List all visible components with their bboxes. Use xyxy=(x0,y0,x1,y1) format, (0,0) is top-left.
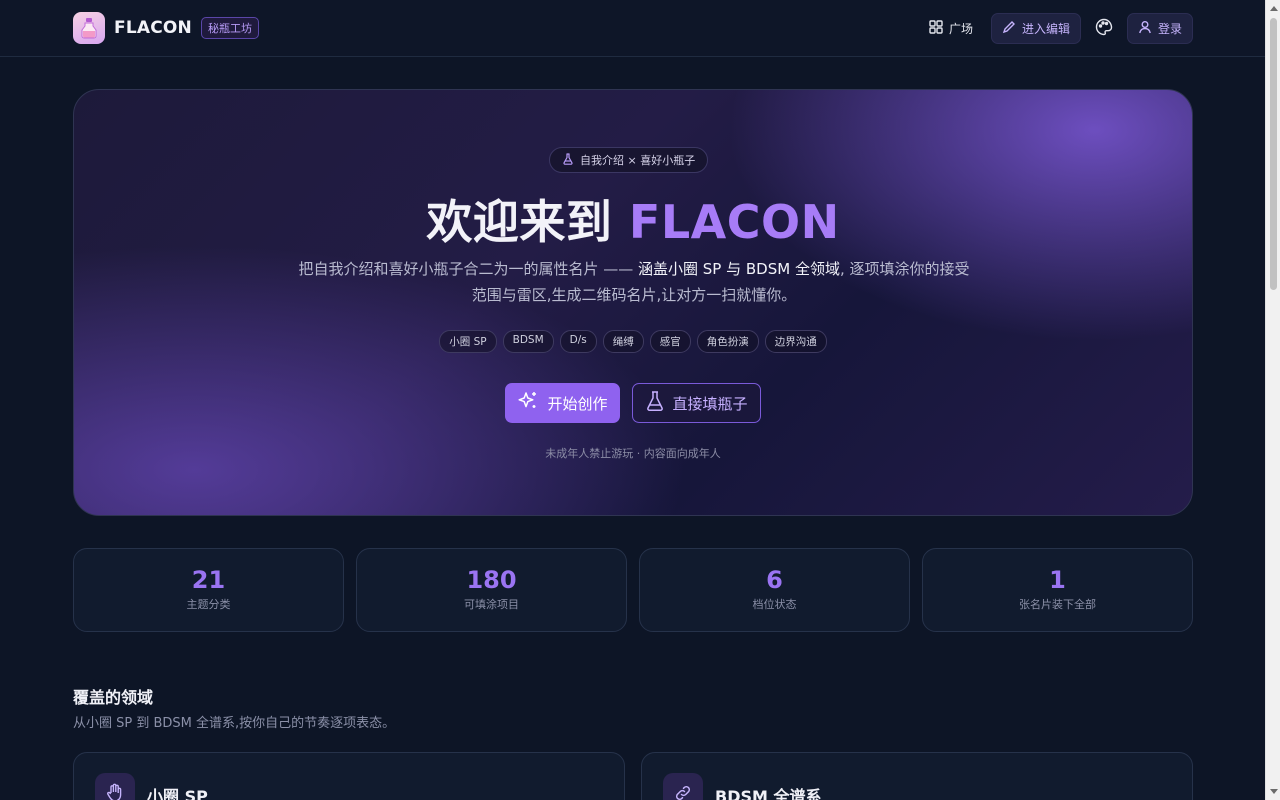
brand-badge: 秘瓶工坊 xyxy=(200,17,259,39)
chip: D/s xyxy=(559,330,597,353)
section-title: 覆盖的领域 xyxy=(73,688,154,707)
domain-card-title: BDSM 全谱系 xyxy=(715,787,822,800)
stat-card: 6 档位状态 xyxy=(639,548,910,632)
start-creating-label: 开始创作 xyxy=(547,394,608,413)
stat-card: 21 主题分类 xyxy=(73,548,344,632)
start-creating-button[interactable]: 开始创作 xyxy=(505,383,620,423)
nav-editor-button[interactable]: 进入编辑 xyxy=(990,13,1081,44)
hero-title: 欢迎来到 FLACON xyxy=(74,186,1192,252)
domain-card-bdsm[interactable]: BDSM 全谱系 xyxy=(641,752,1193,800)
brand[interactable]: FLACON 秘瓶工坊 xyxy=(73,12,259,44)
stat-label: 可填涂项目 xyxy=(464,598,519,611)
section-subtitle: 从小圈 SP 到 BDSM 全谱系,按你自己的节奏逐项表态。 xyxy=(73,716,396,731)
hero-desc-highlight: 涵盖小圈 SP 与 BDSM 全领域 xyxy=(638,260,840,278)
stat-value: 21 xyxy=(191,566,226,594)
page-scrollbar[interactable] xyxy=(1265,0,1280,800)
nav-plaza-link[interactable]: 广场 xyxy=(919,14,983,43)
chip: 绳缚 xyxy=(602,330,644,353)
domain-card-title: 小圈 SP xyxy=(147,787,208,800)
chip: 角色扮演 xyxy=(696,330,759,353)
hero-title-prefix: 欢迎来到 xyxy=(426,195,613,249)
hero-cta-row: 开始创作 直接填瓶子 xyxy=(74,383,1192,423)
nav-actions: 广场 进入编辑 登录 xyxy=(919,13,1193,44)
palette-icon xyxy=(1095,18,1113,40)
flacon-logo-icon xyxy=(73,12,105,44)
fill-bottle-label: 直接填瓶子 xyxy=(672,394,748,413)
theme-palette-button[interactable] xyxy=(1089,14,1119,44)
age-notice: 未成年人禁止游玩 · 内容面向成年人 xyxy=(545,447,721,460)
stat-value: 180 xyxy=(466,566,517,594)
chip: 小圈 SP xyxy=(439,330,497,353)
nav-plaza-label: 广场 xyxy=(948,22,973,36)
top-navbar: FLACON 秘瓶工坊 广场 进入编辑 登录 xyxy=(0,0,1265,57)
user-icon xyxy=(1138,20,1152,37)
chip: 边界沟通 xyxy=(764,330,827,353)
nav-editor-label: 进入编辑 xyxy=(1021,22,1070,36)
stat-label: 档位状态 xyxy=(752,598,797,611)
hero-desc-part1: 把自我介绍和喜好小瓶子合二为一的属性名片 —— xyxy=(298,260,639,278)
stat-card: 180 可填涂项目 xyxy=(356,548,627,632)
stat-label: 张名片装下全部 xyxy=(1019,598,1096,611)
stat-card: 1 张名片装下全部 xyxy=(922,548,1193,632)
brand-name: FLACON xyxy=(114,18,192,38)
hero-title-accent: FLACON xyxy=(628,195,840,249)
scroll-up-arrow-icon[interactable] xyxy=(1270,6,1278,11)
flask-icon xyxy=(645,390,665,416)
hero-section: 自我介绍 × 喜好小瓶子 欢迎来到 FLACON 把自我介绍和喜好小瓶子合二为一… xyxy=(73,89,1193,516)
hero-tag-label: 自我介绍 × 喜好小瓶子 xyxy=(580,154,696,167)
scrollbar-thumb[interactable] xyxy=(1270,18,1277,290)
grid-icon xyxy=(929,20,943,37)
chip: 感官 xyxy=(649,330,691,353)
flask-icon xyxy=(562,152,574,168)
scroll-down-arrow-icon[interactable] xyxy=(1270,789,1278,794)
hero-tag: 自我介绍 × 喜好小瓶子 xyxy=(549,147,709,173)
hero-description: 把自我介绍和喜好小瓶子合二为一的属性名片 —— 涵盖小圈 SP 与 BDSM 全… xyxy=(294,256,974,308)
login-button[interactable]: 登录 xyxy=(1126,13,1193,44)
pencil-icon xyxy=(1002,20,1016,37)
sparkles-icon xyxy=(517,390,539,416)
domain-card-sp[interactable]: 小圈 SP xyxy=(73,752,625,800)
link-icon xyxy=(663,773,703,800)
fill-bottle-button[interactable]: 直接填瓶子 xyxy=(631,383,761,423)
stat-value: 6 xyxy=(766,566,783,594)
stat-label: 主题分类 xyxy=(186,598,231,611)
hand-icon xyxy=(95,773,135,800)
hero-chip-list: 小圈 SP BDSM D/s 绳缚 感官 角色扮演 边界沟通 xyxy=(74,330,1192,353)
chip: BDSM xyxy=(502,330,554,353)
login-label: 登录 xyxy=(1157,22,1182,36)
stat-value: 1 xyxy=(1049,566,1066,594)
